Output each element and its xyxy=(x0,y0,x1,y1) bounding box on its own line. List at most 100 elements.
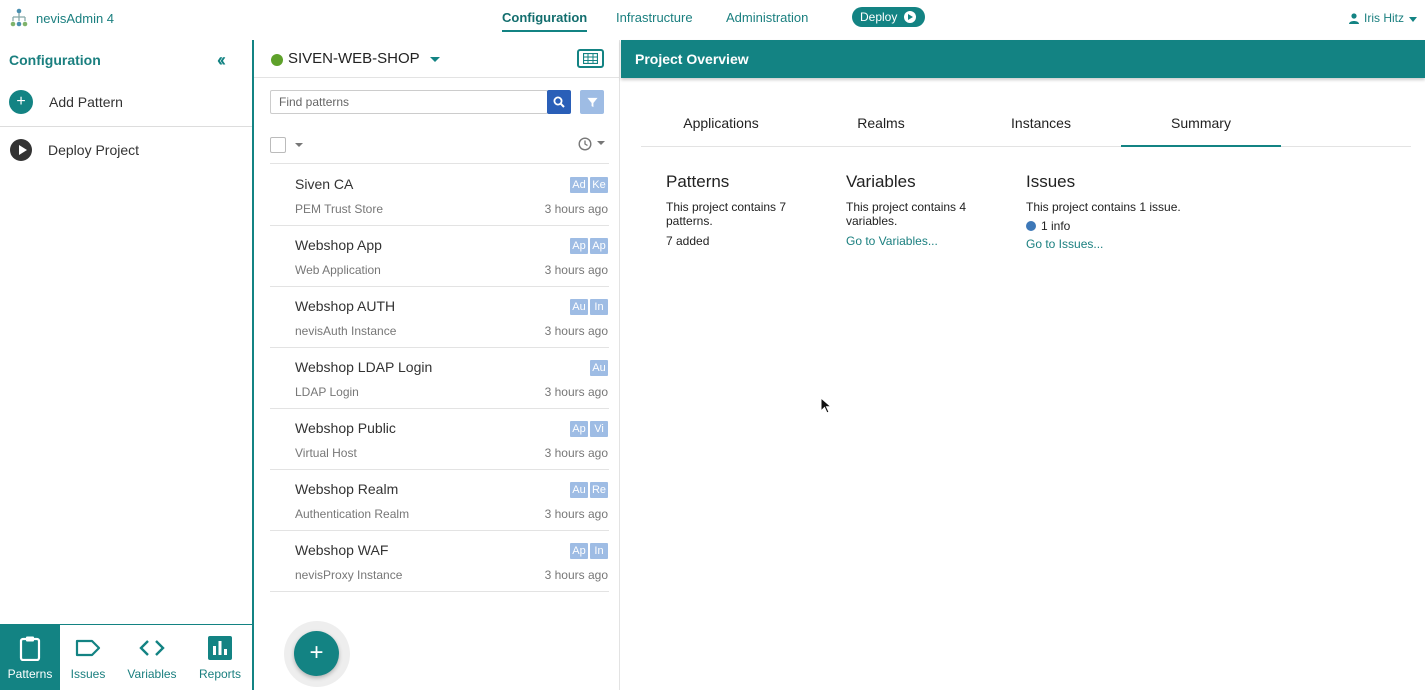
pattern-tag-badge: In xyxy=(590,299,608,315)
nav-infrastructure[interactable]: Infrastructure xyxy=(616,10,693,25)
clock-icon[interactable] xyxy=(578,137,592,151)
tab-patterns[interactable]: Patterns xyxy=(0,625,60,690)
project-status-dot xyxy=(271,54,283,66)
chevron-down-icon[interactable] xyxy=(295,143,303,147)
table-icon xyxy=(583,53,598,64)
overview-header: Project Overview xyxy=(621,40,1425,78)
user-icon xyxy=(1349,12,1359,24)
tab-issues[interactable]: Issues xyxy=(60,625,116,690)
project-overview-panel: Project Overview Applications Realms Ins… xyxy=(621,40,1425,690)
pattern-name: Webshop App xyxy=(295,237,382,253)
app-brand[interactable]: nevisAdmin 4 xyxy=(10,8,114,28)
pattern-row[interactable]: Webshop LDAP Login LDAP Login 3 hours ago A… xyxy=(270,348,609,409)
pattern-type: PEM Trust Store xyxy=(295,202,384,216)
chevron-down-icon[interactable] xyxy=(430,57,440,62)
table-view-button[interactable] xyxy=(577,49,604,68)
pattern-time: 3 hours ago xyxy=(544,263,608,277)
search-icon xyxy=(553,96,565,108)
app-name: nevisAdmin 4 xyxy=(36,10,115,26)
deploy-label: Deploy xyxy=(860,10,898,24)
pattern-name: Webshop LDAP Login xyxy=(295,359,433,375)
divider xyxy=(0,126,252,127)
overview-title: Project Overview xyxy=(635,51,749,67)
go-to-variables-link[interactable]: Go to Variables... xyxy=(846,234,996,248)
tab-summary[interactable]: Summary xyxy=(1121,104,1281,147)
play-icon xyxy=(904,11,917,23)
tab-applications[interactable]: Applications xyxy=(641,104,801,147)
deploy-project-label: Deploy Project xyxy=(48,142,140,158)
pattern-tags: Au Re xyxy=(570,482,608,498)
pattern-tag-badge: Ap xyxy=(570,543,588,559)
search-input[interactable] xyxy=(270,90,548,114)
pattern-type: nevisAuth Instance xyxy=(295,324,397,338)
pattern-time: 3 hours ago xyxy=(544,202,608,216)
org-tree-icon xyxy=(10,8,28,27)
mouse-cursor-icon xyxy=(820,397,832,414)
add-pattern-button[interactable]: + Add Pattern xyxy=(9,90,123,114)
chevron-down-icon[interactable] xyxy=(597,141,605,145)
summary-variables: Variables This project contains 4 variab… xyxy=(846,172,996,248)
pattern-row[interactable]: Webshop Public Virtual Host 3 hours ago Ap V… xyxy=(270,409,609,470)
tab-realms[interactable]: Realms xyxy=(801,104,961,147)
pattern-tags: Ap Ap xyxy=(570,238,608,254)
user-menu[interactable]: Iris Hitz xyxy=(1349,11,1417,25)
pattern-row[interactable]: Webshop WAF nevisProxy Instance 3 hours ag… xyxy=(270,531,609,592)
tab-variables[interactable]: Variables xyxy=(116,625,188,690)
add-pattern-fab[interactable]: + xyxy=(294,631,339,676)
issues-info-count: 1 info xyxy=(1041,219,1071,233)
collapse-sidebar-icon[interactable]: ‹‹ xyxy=(217,50,226,71)
nav-configuration[interactable]: Configuration xyxy=(502,10,588,32)
patterns-heading: Patterns xyxy=(666,172,730,191)
add-pattern-label: Add Pattern xyxy=(49,94,123,110)
go-to-issues-link[interactable]: Go to Issues... xyxy=(1026,237,1216,251)
patterns-added: 7 added xyxy=(666,234,710,248)
summary-issues: Issues This project contains 1 issue. 1 … xyxy=(1026,172,1216,251)
bar-chart-icon xyxy=(208,636,232,660)
tab-instances[interactable]: Instances xyxy=(961,104,1121,147)
pattern-name: Webshop WAF xyxy=(295,542,389,558)
pattern-tags: Ad Ke xyxy=(570,177,608,193)
pattern-tag-badge: Au xyxy=(590,360,608,376)
nav-administration[interactable]: Administration xyxy=(726,10,808,25)
pattern-time: 3 hours ago xyxy=(544,446,608,460)
filter-button[interactable] xyxy=(580,90,604,114)
search-button[interactable] xyxy=(547,90,571,114)
pattern-tag-badge: Ap xyxy=(570,421,588,437)
pattern-type: LDAP Login xyxy=(295,385,359,399)
user-name: Iris Hitz xyxy=(1364,11,1404,25)
issues-heading: Issues xyxy=(1026,172,1076,191)
pattern-list-panel: SIVEN-WEB-SHOP Si xyxy=(254,40,620,690)
variables-text: This project contains 4 variables. xyxy=(846,200,967,228)
pattern-type: Virtual Host xyxy=(295,446,357,460)
pattern-row[interactable]: Webshop AUTH nevisAuth Instance 3 hours ag… xyxy=(270,287,609,348)
tab-variables-label: Variables xyxy=(127,667,177,681)
tab-issues-label: Issues xyxy=(70,667,106,681)
plus-circle-icon: + xyxy=(9,90,33,114)
pattern-time: 3 hours ago xyxy=(544,385,608,399)
pattern-row[interactable]: Webshop Realm Authentication Realm 3 hours… xyxy=(270,470,609,531)
pattern-row[interactable]: Siven CA PEM Trust Store 3 hours ago Ad Ke xyxy=(270,165,609,226)
pattern-type: nevisProxy Instance xyxy=(295,568,403,582)
pattern-tag-badge: Re xyxy=(590,482,608,498)
pattern-tag-badge: Ap xyxy=(570,238,588,254)
tab-reports-label: Reports xyxy=(198,667,242,681)
pattern-tag-badge: Ad xyxy=(570,177,588,193)
info-dot-icon xyxy=(1026,221,1036,231)
pattern-time: 3 hours ago xyxy=(544,324,608,338)
project-name[interactable]: SIVEN-WEB-SHOP xyxy=(288,50,420,67)
list-header xyxy=(270,126,609,164)
pattern-tag-badge: Au xyxy=(570,299,588,315)
tab-reports[interactable]: Reports xyxy=(188,625,252,690)
pattern-type: Authentication Realm xyxy=(295,507,410,521)
pattern-row[interactable]: Webshop App Web Application 3 hours ago Ap A… xyxy=(270,226,609,287)
pattern-tag-badge: Au xyxy=(570,482,588,498)
deploy-project-button[interactable]: Deploy Project xyxy=(10,139,139,161)
pattern-tags: Ap Vi xyxy=(570,421,608,437)
pattern-time: 3 hours ago xyxy=(544,507,608,521)
left-sidebar: Configuration ‹‹ + Add Pattern Deploy Pr… xyxy=(0,40,254,690)
pattern-tag-badge: Vi xyxy=(590,421,608,437)
select-all-checkbox[interactable] xyxy=(270,137,286,153)
deploy-button[interactable]: Deploy xyxy=(852,7,925,27)
pattern-name: Siven CA xyxy=(295,176,354,192)
pattern-tags: Au xyxy=(590,360,608,376)
